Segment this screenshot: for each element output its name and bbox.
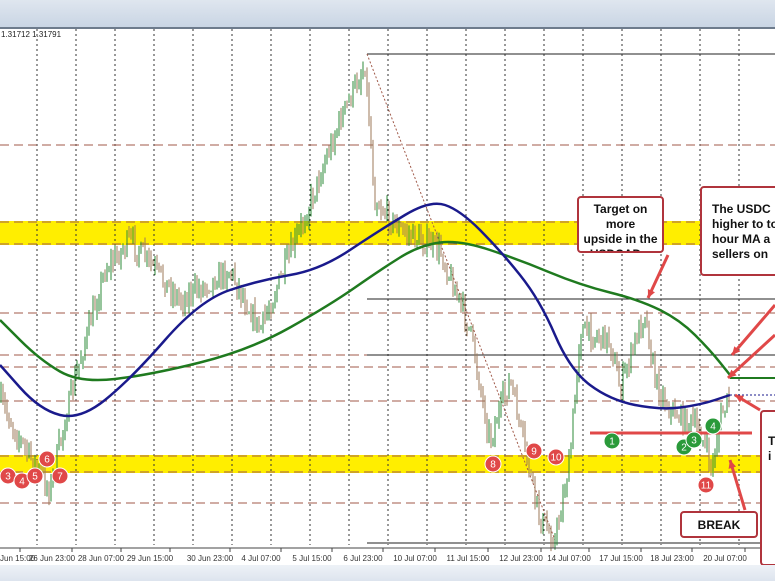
arrow-ma-test-2 — [726, 333, 775, 380]
x-tick-label: 18 Jul 23:00 — [650, 554, 694, 563]
red-marker-7: 7 — [57, 472, 63, 483]
x-tick-label: 6 Jul 23:00 — [343, 554, 383, 563]
x-tick-label: 30 Jun 23:00 — [187, 554, 234, 563]
red-marker-3: 3 — [5, 472, 11, 483]
red-marker-10: 10 — [550, 453, 562, 464]
red-marker-4: 4 — [19, 477, 25, 488]
x-tick-label: 26 Jun 23:00 — [29, 554, 76, 563]
x-tick-label: 5 Jul 15:00 — [292, 554, 332, 563]
x-tick-label: 11 Jul 15:00 — [447, 554, 491, 563]
red-marker-9: 9 — [531, 447, 537, 458]
callout-target: Target on more upside in the USDCAD... — [577, 196, 664, 253]
red-marker-6: 6 — [44, 455, 50, 466]
price-chart: 3 4 5678910111234Jun 15:0026 Jun 23:00 28 J… — [0, 29, 775, 563]
x-tick-label: 4 Jul 07:00 — [241, 554, 281, 563]
callout-edge: T i — [760, 410, 775, 566]
red-marker-8: 8 — [490, 460, 496, 471]
x-tick-label: 20 Jul 07:00 — [703, 554, 747, 563]
x-tick-label: 28 Jun 07:00 — [78, 554, 125, 563]
green-marker-1: 1 — [609, 437, 615, 448]
green-marker-2: 2 — [681, 443, 687, 454]
x-tick-label: 10 Jul 07:00 — [393, 554, 437, 563]
ma-200-line — [0, 240, 731, 382]
x-tick-label: 17 Jul 15:00 — [599, 554, 643, 563]
green-marker-3: 3 — [691, 436, 697, 447]
callout-ma-test: The USDC higher to to hour MA a sellers … — [700, 186, 775, 276]
red-marker-5: 5 — [32, 472, 38, 483]
callout-break: BREAK — [680, 511, 758, 538]
arrow-ma-test — [730, 304, 775, 356]
x-tick-label: 12 Jul 23:00 — [499, 554, 543, 563]
green-marker-4: 4 — [710, 422, 716, 433]
x-tick-label: 29 Jun 15:00 — [127, 554, 174, 563]
price-readout: 1.31712 1.31791 — [1, 30, 62, 39]
status-footer — [0, 565, 775, 581]
red-marker-11: 11 — [701, 481, 712, 492]
x-tick-label: 14 Jul 07:00 — [547, 554, 591, 563]
